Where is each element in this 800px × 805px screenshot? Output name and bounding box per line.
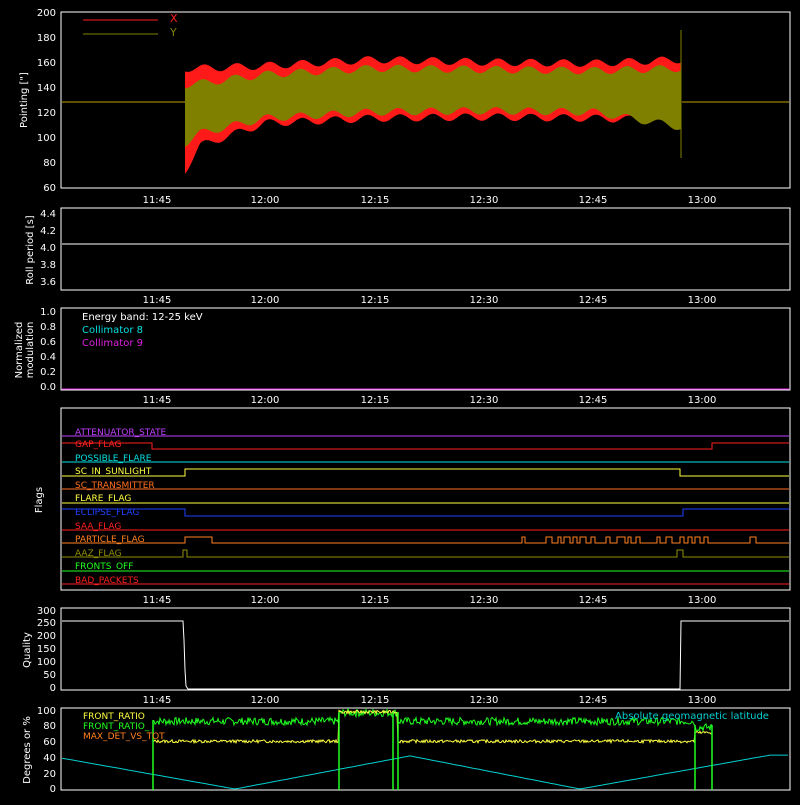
xtick-flags-1300: 13:00 (688, 595, 717, 606)
modulation-ytick-0.8: 0.8 (40, 322, 56, 333)
quality-ytick-150: 150 (37, 644, 56, 655)
roll-ylabel: Roll period [s] (25, 215, 36, 284)
quality-ytick-50: 50 (43, 670, 56, 681)
degrees-ytick-100: 100 (37, 706, 56, 717)
modulation-ytick-1.0: 1.0 (40, 307, 56, 318)
degrees-ytick-0: 0 (50, 784, 56, 795)
pointing-ytick-60: 60 (43, 183, 56, 194)
roll-ytick-3.8: 3.8 (40, 260, 56, 271)
xtick-quality-1230: 12:30 (470, 695, 499, 706)
roll-ytick-4.4: 4.4 (40, 209, 56, 220)
xtick-flags-1215: 12:15 (361, 595, 390, 606)
xtick-roll-1300: 13:00 (688, 295, 717, 306)
xtick-pointing-1245: 12:45 (579, 195, 608, 206)
degrees-ytick-60: 60 (43, 737, 56, 748)
roll-ytick-4.2: 4.2 (40, 226, 56, 237)
modulation-ylabel-line1: Normalized (14, 322, 25, 379)
roll-ytick-3.6: 3.6 (40, 277, 56, 288)
pointing-ytick-180: 180 (37, 33, 56, 44)
xtick-roll-1230: 12:30 (470, 295, 499, 306)
quality-ytick-200: 200 (37, 631, 56, 642)
xtick-quality-1200: 12:00 (251, 695, 280, 706)
legend-x-label: X (170, 12, 178, 25)
modulation-ytick-0.4: 0.4 (40, 352, 56, 363)
degrees-ytick-80: 80 (43, 721, 56, 732)
xtick-modulation-1245: 12:45 (579, 395, 608, 406)
xtick-roll-1200: 12:00 (251, 295, 280, 306)
xtick-quality-1145: 11:45 (143, 695, 172, 706)
xtick-flags-1200: 12:00 (251, 595, 280, 606)
pointing-ylabel: Pointing ["] (19, 72, 30, 128)
xtick-modulation-1215: 12:15 (361, 395, 390, 406)
modulation-ylabel-line2: modulation (25, 322, 36, 379)
pointing-ytick-100: 100 (37, 133, 56, 144)
modulation-legend-coll8: Collimator 8 (82, 325, 143, 336)
xtick-modulation-1230: 12:30 (470, 395, 499, 406)
pointing-ytick-200: 200 (37, 8, 56, 19)
degrees-ytick-40: 40 (43, 753, 56, 764)
degrees-ytick-20: 20 (43, 769, 56, 780)
chart-stage: Pointing ["] Roll period [s] Normalized … (0, 0, 800, 800)
xtick-quality-1215: 12:15 (361, 695, 390, 706)
pointing-ytick-80: 80 (43, 158, 56, 169)
xtick-roll-1145: 11:45 (143, 295, 172, 306)
xtick-quality-1300: 13:00 (688, 695, 717, 706)
quality-ytick-250: 250 (37, 618, 56, 629)
degrees-legend-front-ratio: FRONT_RATIO (83, 712, 145, 722)
modulation-ytick-0.6: 0.6 (40, 337, 56, 348)
quality-ytick-100: 100 (37, 657, 56, 668)
degrees-legend-front-ratio-2: FRONT_RATIO_ (83, 722, 150, 732)
xtick-pointing-1200: 12:00 (251, 195, 280, 206)
modulation-legend-energy: Energy band: 12-25 keV (82, 312, 203, 323)
pointing-ytick-140: 140 (37, 83, 56, 94)
summary-chart: Pointing ["] Roll period [s] Normalized … (0, 0, 800, 800)
xtick-modulation-1145: 11:45 (143, 395, 172, 406)
xtick-modulation-1300: 13:00 (688, 395, 717, 406)
xtick-pointing-1230: 12:30 (470, 195, 499, 206)
pointing-ytick-120: 120 (37, 108, 56, 119)
roll-ytick-4.0: 4.0 (40, 243, 56, 254)
xtick-flags-1230: 12:30 (470, 595, 499, 606)
degrees-legend-max-det: MAX_DET_VS_TOT (83, 732, 165, 742)
quality-ylabel: Quality (22, 632, 33, 668)
modulation-ytick-0.2: 0.2 (40, 367, 56, 378)
quality-ytick-0: 0 (50, 683, 56, 694)
modulation-ytick-0.0: 0.0 (40, 382, 56, 393)
xtick-roll-1215: 12:15 (361, 295, 390, 306)
flag-label-gap: GAP_FLAG (75, 440, 121, 450)
xtick-flags-1145: 11:45 (143, 595, 172, 606)
degrees-legend-latitude: Absolute geomagnetic latitude (615, 711, 769, 722)
legend-y-label: Y (169, 26, 177, 39)
xtick-pointing-1215: 12:15 (361, 195, 390, 206)
xtick-pointing-1300: 13:00 (688, 195, 717, 206)
flags-ylabel: Flags (34, 487, 45, 513)
quality-ytick-300: 300 (37, 606, 56, 617)
degrees-ylabel: Degrees or % (22, 716, 33, 784)
xtick-modulation-1200: 12:00 (251, 395, 280, 406)
xtick-quality-1245: 12:45 (579, 695, 608, 706)
xtick-pointing-1145: 11:45 (143, 195, 172, 206)
xtick-roll-1245: 12:45 (579, 295, 608, 306)
modulation-legend-coll9: Collimator 9 (82, 338, 143, 349)
pointing-ytick-160: 160 (37, 58, 56, 69)
xtick-flags-1245: 12:45 (579, 595, 608, 606)
